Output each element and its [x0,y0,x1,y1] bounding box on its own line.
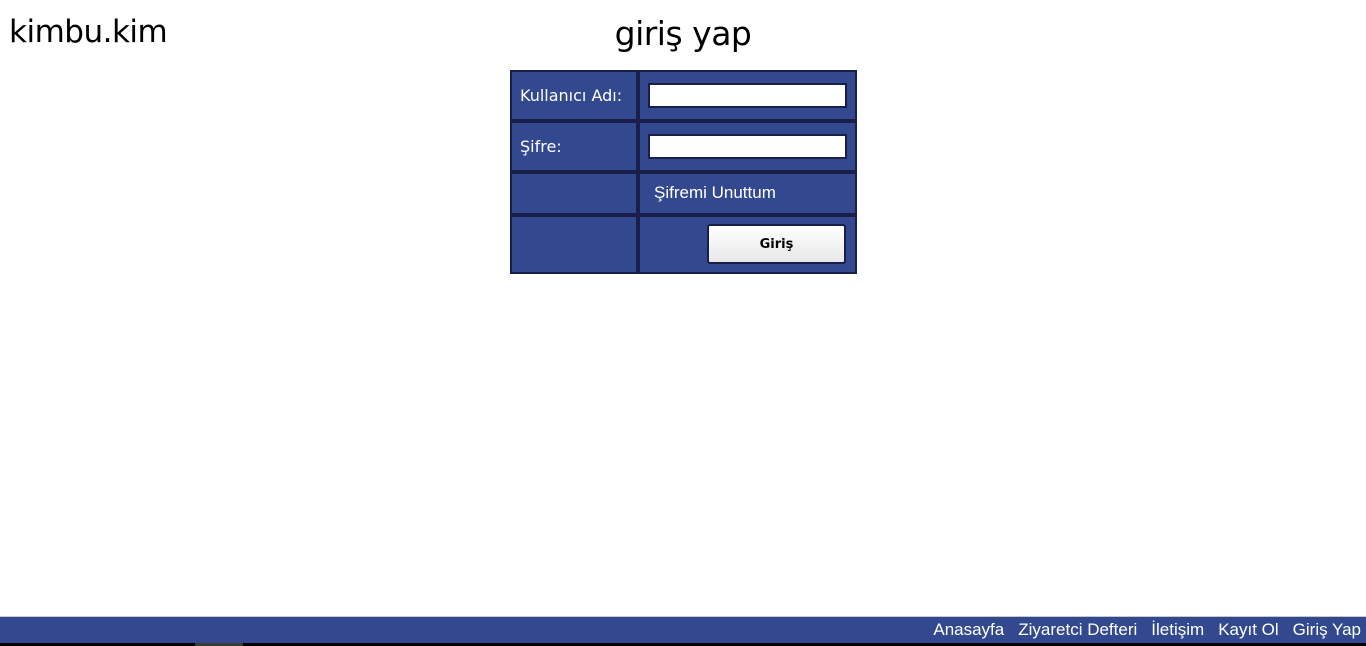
username-cell [638,70,857,121]
username-row: Kullanıcı Adı: [510,70,857,121]
footer-nav: Anasayfa Ziyaretci Defteri İletişim Kayı… [933,617,1361,643]
password-cell [638,121,857,172]
footer-link-login[interactable]: Giriş Yap [1293,620,1361,640]
password-label: Şifre: [510,121,638,172]
footer-link-guestbook[interactable]: Ziyaretci Defteri [1018,620,1137,640]
forgot-password-link[interactable]: Şifremi Unuttum [648,183,776,202]
page: kimbu.kim giriş yap Kullanıcı Adı: Şifre… [0,0,1366,646]
footer-bar: Anasayfa Ziyaretci Defteri İletişim Kayı… [0,616,1366,646]
forgot-row: Şifremi Unuttum [510,172,857,215]
forgot-cell: Şifremi Unuttum [638,172,857,215]
login-button[interactable]: Giriş [707,224,846,265]
submit-row: Giriş [510,214,857,274]
page-title: giriş yap [614,14,752,53]
login-form: Kullanıcı Adı: Şifre: Şifremi Unuttum Gi… [510,70,857,274]
password-input[interactable] [648,134,847,159]
password-row: Şifre: [510,121,857,172]
footer-link-contact[interactable]: İletişim [1151,620,1204,640]
username-input[interactable] [648,83,847,108]
footer-link-register[interactable]: Kayıt Ol [1218,620,1278,640]
username-label: Kullanıcı Adı: [510,70,638,121]
empty-cell [510,214,638,274]
empty-cell [510,172,638,215]
footer-link-home[interactable]: Anasayfa [933,620,1004,640]
submit-cell: Giriş [638,214,857,274]
